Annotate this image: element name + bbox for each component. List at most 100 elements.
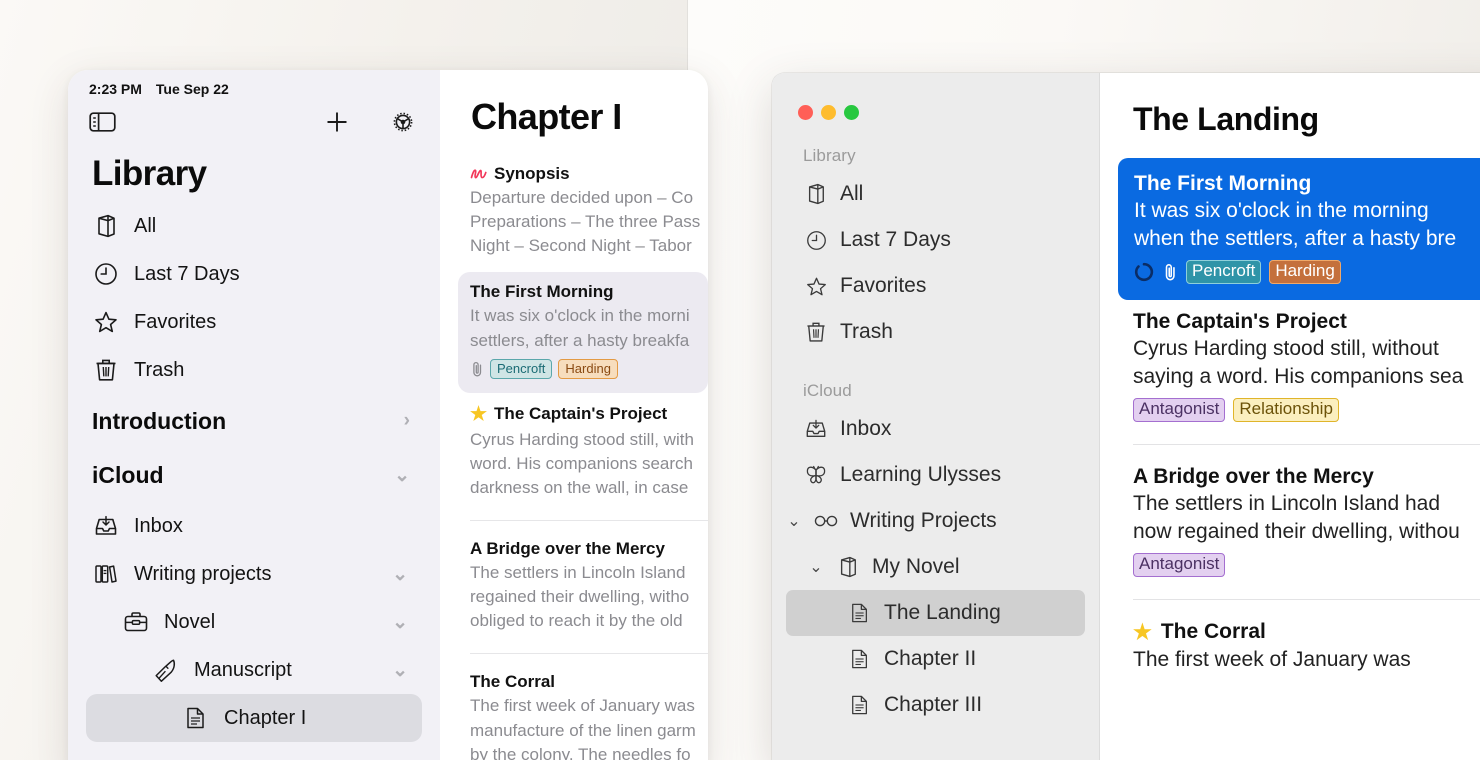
note-card[interactable]: The Captain's Project Cyrus Harding stoo… <box>1116 300 1480 434</box>
list-item[interactable]: Synopsis Departure decided upon – Co Pre… <box>458 154 708 272</box>
sidebar-item-manuscript[interactable]: Manuscript ⌄ <box>86 646 422 694</box>
list-item-title-row: The First Morning <box>470 282 696 302</box>
book-icon <box>92 214 120 238</box>
list-item[interactable]: The Corral The first week of January was… <box>458 662 708 760</box>
sidebar-section-icloud[interactable]: iCloud ⌄ <box>86 448 422 502</box>
list-item-meta: Pencroft Harding <box>470 358 696 379</box>
book-icon <box>835 556 861 578</box>
note-card-title: A Bridge over the Mercy <box>1133 464 1374 488</box>
note-card-title: The Corral <box>1160 620 1266 644</box>
list-item-body-line: It was six o'clock in the morni <box>470 306 690 326</box>
mac-sidebar-item-last-7-days[interactable]: Last 7 Days <box>786 217 1085 263</box>
paperclip-icon <box>1162 263 1178 281</box>
chevron-down-icon[interactable]: ⌄ <box>394 464 410 487</box>
list-divider <box>470 653 708 655</box>
note-card[interactable]: The First Morning It was six o'clock in … <box>1118 158 1480 300</box>
list-divider <box>470 520 708 521</box>
mac-sidebar-item-all[interactable]: All <box>786 171 1085 217</box>
list-item[interactable]: ★ The Captain's Project Cyrus Harding st… <box>458 393 708 514</box>
tag-chip[interactable]: Pencroft <box>490 358 553 379</box>
chevron-down-icon[interactable]: ⌄ <box>808 557 824 577</box>
note-card-body-line: The first week of January was <box>1133 647 1411 671</box>
note-card[interactable]: ★ The Corral The first week of January w… <box>1116 610 1480 686</box>
mac-sidebar-item-the-landing[interactable]: The Landing <box>786 590 1085 636</box>
note-card-title-row: The Captain's Project <box>1133 310 1480 334</box>
sidebar-item-chapter-i[interactable]: Chapter I <box>86 694 422 742</box>
mac-sidebar-item-inbox[interactable]: Inbox <box>786 406 1085 452</box>
mac-sidebar-item-label: Favorites <box>840 274 927 297</box>
note-card-body-line: It was six o'clock in the morning <box>1134 199 1429 222</box>
screenshot-stage: 2:23 PM Tue Sep 22 Library All Last 7 Da… <box>0 0 1480 760</box>
list-item-title: Synopsis <box>494 164 570 183</box>
ipad-sidebar: 2:23 PM Tue Sep 22 Library All Last 7 Da… <box>68 70 440 760</box>
section-label: iCloud <box>92 461 164 488</box>
plus-icon[interactable] <box>324 109 350 135</box>
sidebar-item-favorites[interactable]: Favorites <box>86 298 422 346</box>
butterfly-icon <box>803 465 829 485</box>
note-card[interactable]: A Bridge over the Mercy The settlers in … <box>1116 455 1480 589</box>
list-item-body-line: by the colony. The needles fo <box>470 744 691 760</box>
mac-sidebar-item-label: Writing Projects <box>850 509 997 532</box>
sidebar-item-inbox[interactable]: Inbox <box>86 502 422 550</box>
mac-sidebar-item-label: The Landing <box>884 601 1001 624</box>
sidebar-toggle-icon[interactable] <box>89 111 116 133</box>
star-outline-icon <box>803 276 829 297</box>
note-card-body-line: saying a word. His companions sea <box>1133 364 1464 388</box>
mac-sidebar-item-chapter-ii[interactable]: Chapter II <box>786 636 1085 682</box>
minimize-button[interactable] <box>821 105 836 120</box>
mac-sidebar-item-learning-ulysses[interactable]: Learning Ulysses <box>786 452 1085 498</box>
note-card-body-line: when the settlers, after a hasty bre <box>1134 226 1457 250</box>
close-button[interactable] <box>798 105 813 120</box>
list-item-title-row: Synopsis <box>470 164 696 184</box>
sidebar-item-label: Last 7 Days <box>134 262 240 285</box>
chevron-right-icon[interactable]: › <box>404 410 410 432</box>
list-item-body-line: manufacture of the linen garm <box>470 720 696 740</box>
list-item[interactable]: A Bridge over the Mercy The settlers in … <box>458 529 708 647</box>
mac-section-icloud: iCloud <box>803 381 852 400</box>
sidebar-item-last-7-days[interactable]: Last 7 Days <box>86 250 422 298</box>
briefcase-icon <box>122 611 150 633</box>
mac-sidebar-item-my-novel[interactable]: ⌄ My Novel <box>786 544 1085 590</box>
list-item-body-line: Preparations – The three Pass <box>470 212 701 232</box>
sidebar-item-trash[interactable]: Trash <box>86 346 422 394</box>
inbox-icon <box>803 418 829 440</box>
ipad-status-bar: 2:23 PM Tue Sep 22 <box>86 70 422 100</box>
paperclip-icon <box>470 361 484 377</box>
tag-chip[interactable]: Harding <box>1269 259 1341 284</box>
zoom-button[interactable] <box>844 105 859 120</box>
tag-chip[interactable]: Harding <box>558 358 618 379</box>
sidebar-item-all[interactable]: All <box>86 202 422 250</box>
sidebar-item-label: Writing projects <box>134 562 272 585</box>
note-card-meta: Antagonist Relationship <box>1133 397 1480 422</box>
list-item[interactable]: The First Morning It was six o'clock in … <box>458 272 708 393</box>
sidebar-item-writing-projects[interactable]: Writing projects ⌄ <box>86 550 422 598</box>
tag-chip[interactable]: Pencroft <box>1186 259 1262 284</box>
star-filled-icon: ★ <box>470 403 488 425</box>
gear-icon[interactable] <box>390 109 416 135</box>
mac-sidebar: Library All Last 7 Days Favorites Trash … <box>772 73 1100 760</box>
list-item-title: The Corral <box>470 672 556 692</box>
mac-sidebar-item-writing-projects[interactable]: ⌄ Writing Projects <box>786 498 1085 544</box>
tag-chip[interactable]: Antagonist <box>1133 397 1226 422</box>
chevron-down-icon[interactable]: ⌄ <box>786 511 802 531</box>
chevron-down-icon[interactable]: ⌄ <box>392 611 408 634</box>
note-card-title-row: A Bridge over the Mercy <box>1133 465 1480 489</box>
sidebar-section-introduction[interactable]: Introduction › <box>86 394 422 448</box>
tag-chip[interactable]: Relationship <box>1233 397 1339 422</box>
document-icon <box>847 648 873 670</box>
note-card-title: The First Morning <box>1134 172 1312 195</box>
list-item-title: The First Morning <box>470 282 614 302</box>
mac-sidebar-item-favorites[interactable]: Favorites <box>786 263 1085 309</box>
sidebar-item-novel[interactable]: Novel ⌄ <box>86 598 422 646</box>
chevron-down-icon[interactable]: ⌄ <box>392 563 408 586</box>
window-controls <box>786 73 1085 120</box>
book-icon <box>803 183 829 205</box>
chevron-down-icon[interactable]: ⌄ <box>392 659 408 682</box>
star-outline-icon <box>92 310 120 334</box>
tag-chip[interactable]: Antagonist <box>1133 552 1226 577</box>
mac-sidebar-item-trash[interactable]: Trash <box>786 309 1085 355</box>
progress-circle-icon <box>1134 262 1154 282</box>
list-item-title: A Bridge over the Mercy <box>470 539 665 558</box>
mac-sidebar-item-label: Inbox <box>840 417 892 440</box>
mac-sidebar-item-chapter-iii[interactable]: Chapter III <box>786 682 1085 728</box>
